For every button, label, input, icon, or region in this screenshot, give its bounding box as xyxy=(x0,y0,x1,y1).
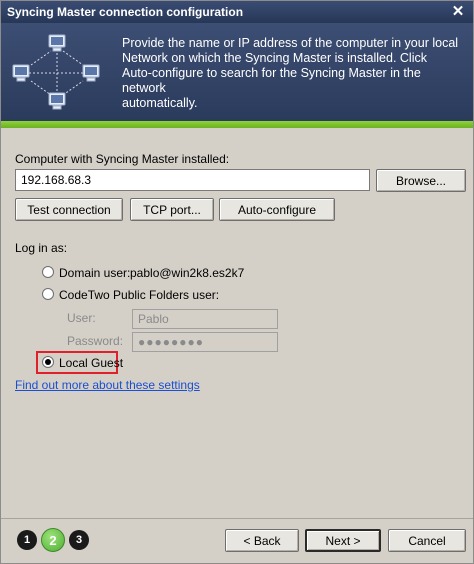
step-1-indicator: 1 xyxy=(17,530,37,550)
test-connection-button[interactable]: Test connection xyxy=(15,198,123,221)
browse-button[interactable]: Browse... xyxy=(376,169,466,192)
password-label: Password: xyxy=(67,334,124,348)
back-button[interactable]: < Back xyxy=(225,529,299,552)
footer-divider xyxy=(1,518,473,519)
computer-address-input[interactable] xyxy=(15,169,370,191)
title-bar[interactable]: Syncing Master connection configuration … xyxy=(1,1,473,23)
domain-user-label[interactable]: Domain user: xyxy=(59,266,130,280)
window-title: Syncing Master connection configuration xyxy=(7,5,244,19)
password-input[interactable] xyxy=(132,332,278,352)
step-3-indicator: 3 xyxy=(69,530,89,550)
cancel-button[interactable]: Cancel xyxy=(388,529,466,552)
dialog-window: Syncing Master connection configuration … xyxy=(0,0,474,564)
close-icon[interactable]: ✕ xyxy=(449,3,467,20)
help-link[interactable]: Find out more about these settings xyxy=(15,378,200,392)
computer-label: Computer with Syncing Master installed: xyxy=(15,152,230,166)
user-label: User: xyxy=(67,311,96,325)
tcp-port-button[interactable]: TCP port... xyxy=(130,198,214,221)
wizard-footer: 1 2 3 < Back Next > Cancel xyxy=(1,518,473,563)
banner-description: Provide the name or IP address of the co… xyxy=(122,36,459,110)
local-guest-label[interactable]: Local Guest xyxy=(59,356,123,370)
header-banner: Provide the name or IP address of the co… xyxy=(1,23,473,121)
step-2-indicator: 2 xyxy=(41,528,65,552)
network-computers-icon xyxy=(12,34,100,110)
domain-user-value: pablo@win2k8.es2k7 xyxy=(130,266,245,280)
user-input[interactable] xyxy=(132,309,278,329)
domain-user-radio[interactable] xyxy=(42,266,54,278)
accent-stripe xyxy=(1,121,473,128)
auto-configure-button[interactable]: Auto-configure xyxy=(219,198,335,221)
main-content: Computer with Syncing Master installed: … xyxy=(1,128,473,518)
public-folders-user-radio[interactable] xyxy=(42,288,54,300)
login-heading: Log in as: xyxy=(15,241,68,255)
next-button[interactable]: Next > xyxy=(305,529,381,552)
local-guest-radio[interactable] xyxy=(42,356,54,368)
public-folders-user-label[interactable]: CodeTwo Public Folders user: xyxy=(59,288,219,302)
